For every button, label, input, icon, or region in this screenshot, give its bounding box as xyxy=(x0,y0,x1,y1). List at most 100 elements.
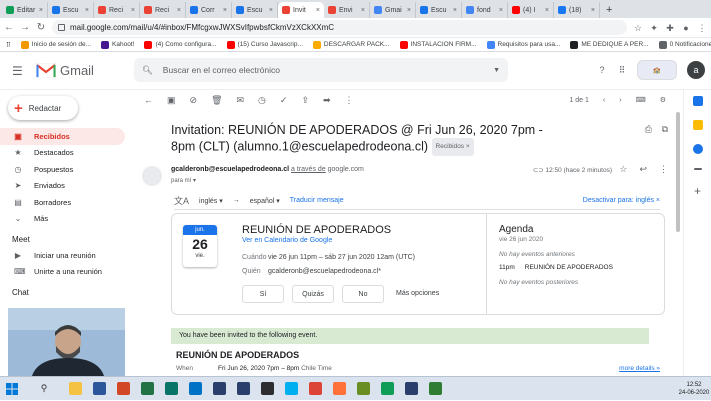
close-tab-icon[interactable]: × xyxy=(545,7,549,14)
taskbar-app-chrome[interactable] xyxy=(304,378,326,400)
reload-icon[interactable]: ↻ xyxy=(36,22,46,33)
close-tab-icon[interactable]: × xyxy=(407,7,411,14)
taskbar-app-pseint-2[interactable] xyxy=(232,378,254,400)
browser-tab[interactable]: Escu × xyxy=(232,2,278,18)
apps-grid-icon[interactable]: ⠿ xyxy=(617,65,627,75)
delete-icon[interactable]: 🗑︎ xyxy=(211,95,222,106)
more-actions-icon[interactable]: ⋮ xyxy=(345,95,354,106)
add-to-tasks-icon[interactable]: ✓ xyxy=(280,95,288,106)
chrome-menu-icon[interactable]: ⋮ xyxy=(697,23,707,33)
close-tab-icon[interactable]: × xyxy=(453,7,457,14)
bookmark-item[interactable]: DESCARGAR PACK... xyxy=(312,40,390,49)
back-icon[interactable]: ← xyxy=(4,22,14,33)
close-tab-icon[interactable]: × xyxy=(131,7,135,14)
browser-tab[interactable]: (4) I × xyxy=(508,2,554,18)
open-new-window-icon[interactable]: ⧉ xyxy=(662,124,668,135)
apps-shortcut-icon[interactable]: ⠿ xyxy=(6,41,11,49)
taskbar-app-chrome-2[interactable] xyxy=(376,378,398,400)
tasks-app-icon[interactable] xyxy=(692,144,703,154)
taskbar-app-app-green[interactable] xyxy=(424,378,446,400)
bookmark-item[interactable]: (15) Curso Javascrip... xyxy=(226,40,303,49)
taskbar-app-windows-store[interactable] xyxy=(256,378,278,400)
bookmark-item[interactable]: (4) Como configura... xyxy=(144,40,217,49)
search-options-icon[interactable]: ▼ xyxy=(493,67,500,74)
snooze-icon[interactable]: ◷ xyxy=(258,95,266,106)
new-tab-icon[interactable]: + xyxy=(600,2,618,18)
rsvp-yes-button[interactable]: Sí xyxy=(242,285,284,303)
more-options-button[interactable]: Más opciones xyxy=(396,285,439,303)
browser-tab[interactable]: fond × xyxy=(462,2,508,18)
report-spam-icon[interactable]: ⊘ xyxy=(190,95,198,106)
windows-start-button[interactable] xyxy=(0,377,24,401)
search-icon[interactable]: 🔍︎ xyxy=(142,65,153,76)
taskbar-app-powerpoint[interactable] xyxy=(112,378,134,400)
print-icon[interactable]: ⎙ xyxy=(645,124,652,135)
browser-tab[interactable]: Invit × xyxy=(278,2,324,18)
close-tab-icon[interactable]: × xyxy=(499,7,503,14)
meet-item[interactable]: ▶ Iniciar una reunión xyxy=(0,247,125,264)
add-addon-icon[interactable]: + xyxy=(694,184,701,198)
older-icon[interactable]: › xyxy=(619,97,621,104)
keep-app-icon[interactable] xyxy=(692,120,703,130)
forward-icon[interactable]: → xyxy=(20,22,30,33)
taskbar-app-pseint[interactable] xyxy=(208,378,230,400)
close-tab-icon[interactable]: × xyxy=(223,7,227,14)
sidebar-item[interactable]: ◷ Pospuestos xyxy=(0,161,125,178)
close-tab-icon[interactable]: × xyxy=(177,7,181,14)
account-avatar[interactable]: a xyxy=(687,61,705,79)
bookmark-star-icon[interactable]: ☆ xyxy=(633,23,643,33)
sidebar-item[interactable]: ★ Destacados xyxy=(0,145,125,162)
close-tab-icon[interactable]: × xyxy=(591,7,595,14)
taskbar-app-skype[interactable] xyxy=(280,378,302,400)
browser-tab[interactable]: Reci × xyxy=(140,2,186,18)
sender-email[interactable]: gcalderonb@escuelapedrodeona.cl xyxy=(171,166,289,173)
profile-icon[interactable]: ● xyxy=(681,23,691,33)
browser-tab[interactable]: Corr × xyxy=(186,2,232,18)
bookmark-item[interactable]: Inicio de sesión de... xyxy=(20,40,91,49)
taskbar-app-publisher[interactable] xyxy=(160,378,182,400)
close-tab-icon[interactable]: × xyxy=(39,7,43,14)
taskbar-app-firefox[interactable] xyxy=(328,378,350,400)
main-menu-icon[interactable]: ☰ xyxy=(12,64,26,78)
rsvp-maybe-button[interactable]: Quizás xyxy=(292,285,334,303)
browser-tab[interactable]: (18) × xyxy=(554,2,600,18)
rsvp-no-button[interactable]: No xyxy=(342,285,384,303)
bookmark-item[interactable]: 0 Notificaciones xyxy=(658,40,711,49)
sidebar-item[interactable]: ⌄ Más xyxy=(0,211,125,228)
view-calendar-link[interactable]: Ver en Calendario de Google xyxy=(242,237,332,244)
taskbar-app-excel[interactable] xyxy=(136,378,158,400)
close-tab-icon[interactable]: × xyxy=(85,7,89,14)
translate-message-link[interactable]: Traducir mensaje xyxy=(290,197,344,204)
browser-tab[interactable]: Editar × xyxy=(2,2,48,18)
settings-gear-icon[interactable]: ⚙ xyxy=(660,96,666,104)
close-tab-icon[interactable]: × xyxy=(269,7,273,14)
taskbar-app-word[interactable] xyxy=(88,378,110,400)
mark-unread-icon[interactable]: ✉ xyxy=(237,95,245,106)
taskbar-app-pseint-3[interactable] xyxy=(400,378,422,400)
taskbar-app-outlook[interactable] xyxy=(184,378,206,400)
sidebar-item[interactable]: ▤ Borradores xyxy=(0,194,125,211)
source-language[interactable]: inglés ▾ xyxy=(199,197,223,205)
search-input[interactable]: 🔍︎ Buscar en el correo electrónico ▼ xyxy=(134,58,508,82)
bookmark-item[interactable]: INSTALACION FIRM... xyxy=(399,40,477,49)
disable-translation-link[interactable]: Desactivar para: inglés × xyxy=(583,197,660,204)
back-to-inbox-icon[interactable]: ← xyxy=(144,95,153,105)
browser-tab[interactable]: Reci × xyxy=(94,2,140,18)
calendar-app-icon[interactable] xyxy=(692,96,703,106)
taskbar-search-icon[interactable]: ⚲ xyxy=(24,379,64,399)
more-icon[interactable]: ⋮ xyxy=(659,164,668,175)
address-bar[interactable]: mail.google.com/mail/u/4/#inbox/FMfcgxwJ… xyxy=(52,20,627,35)
browser-tab[interactable]: Escu × xyxy=(416,2,462,18)
help-icon[interactable]: ? xyxy=(597,65,607,75)
organization-logo[interactable]: 🏫 xyxy=(637,60,677,80)
browser-tab[interactable]: Escu × xyxy=(48,2,94,18)
compose-button[interactable]: + Redactar xyxy=(8,96,78,120)
gmail-logo[interactable]: Gmail xyxy=(36,63,94,78)
extension-icon[interactable]: ✦ xyxy=(649,23,659,33)
taskbar-app-cmaptools[interactable] xyxy=(352,378,374,400)
target-language[interactable]: español ▾ xyxy=(250,197,280,205)
agenda-event-row[interactable]: 11pm REUNIÓN DE APODERADOS xyxy=(499,264,666,271)
more-details-link[interactable]: more details » xyxy=(619,365,660,372)
inbox-label-chip[interactable]: Recibidos × xyxy=(431,138,474,156)
sidebar-item[interactable]: ➤ Enviados xyxy=(0,178,125,195)
